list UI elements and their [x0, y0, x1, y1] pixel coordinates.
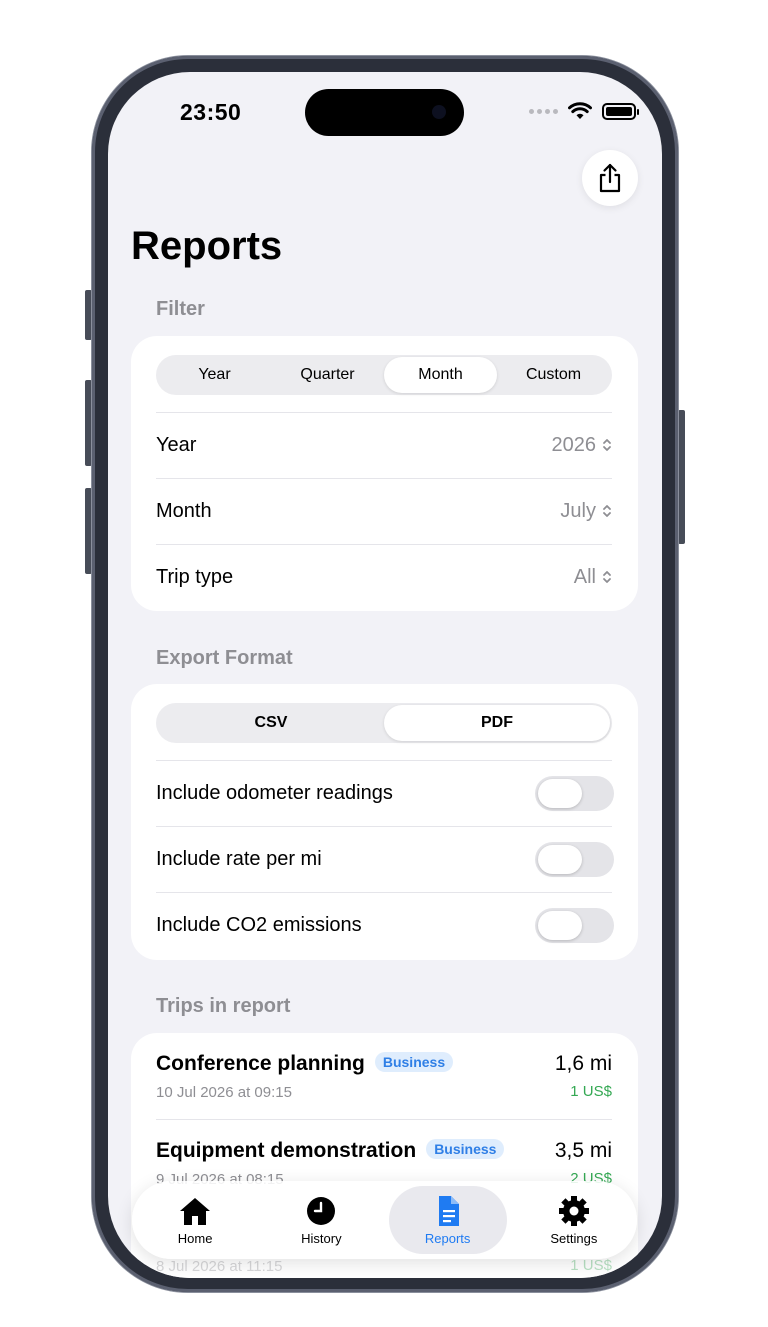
chevron-up-down-icon: [603, 439, 611, 451]
trips-section-label: Trips in report: [156, 995, 291, 1017]
period-segmented-control: Year Quarter Month Custom: [156, 355, 612, 395]
trip-name: Conference planning Business: [156, 1052, 454, 1076]
trip-type-picker-row[interactable]: Trip type All: [156, 544, 612, 609]
odometer-option-row: Include odometer readings: [156, 760, 614, 825]
trip-date: 8 Jul 2026 at 11:15: [156, 1258, 283, 1275]
segment-quarter[interactable]: Quarter: [271, 357, 384, 393]
rate-option-label: Include rate per mi: [156, 847, 322, 870]
status-time: 23:50: [180, 99, 242, 125]
power-button: [678, 410, 685, 544]
camera-icon: [432, 105, 446, 119]
export-format-section-label: Export Format: [156, 647, 293, 669]
tab-home[interactable]: Home: [136, 1186, 254, 1254]
trip-name: Equipment demonstration Business: [156, 1139, 505, 1163]
filter-section-label: Filter: [156, 298, 205, 320]
trip-distance: 1,6 mi: [554, 1052, 612, 1075]
trip-type-label: Trip type: [156, 565, 234, 588]
tab-history[interactable]: History: [262, 1186, 380, 1254]
volume-up-button: [85, 380, 92, 466]
year-picker-row[interactable]: Year 2026: [156, 412, 612, 477]
tab-settings-label: Settings: [550, 1230, 598, 1246]
action-button: [85, 290, 92, 340]
co2-option-label: Include CO2 emissions: [156, 913, 362, 936]
export-format-card: CSV PDF Include odometer readings Includ…: [131, 684, 638, 960]
odometer-toggle[interactable]: [535, 775, 614, 811]
format-segmented-control: CSV PDF: [156, 703, 612, 743]
rate-option-row: Include rate per mi: [156, 826, 614, 891]
rate-toggle[interactable]: [535, 841, 614, 877]
segment-pdf[interactable]: PDF: [384, 705, 610, 741]
year-value: 2026: [552, 434, 613, 457]
segment-year[interactable]: Year: [158, 357, 271, 393]
divider: [156, 1119, 612, 1120]
year-value-text: 2026: [551, 433, 597, 456]
wifi-icon: [568, 102, 592, 119]
tab-home-label: Home: [177, 1230, 213, 1246]
chevron-up-down-icon: [603, 571, 611, 583]
trip-cost: 1 US$: [570, 1257, 612, 1274]
trip-row[interactable]: Conference planning Business 10 Jul 2026 …: [156, 1052, 612, 1138]
filter-card: Year Quarter Month Custom Year 2026 Mont…: [131, 336, 638, 611]
trip-date: 10 Jul 2026 at 09:15: [156, 1084, 292, 1101]
trip-type-badge: Business: [374, 1052, 454, 1072]
tab-reports-label: Reports: [424, 1230, 471, 1246]
segment-csv[interactable]: CSV: [158, 705, 384, 741]
segment-custom[interactable]: Custom: [497, 357, 610, 393]
chevron-up-down-icon: [603, 505, 611, 517]
cellular-signal-icon: [529, 108, 558, 114]
tab-reports[interactable]: Reports: [388, 1186, 507, 1254]
tab-history-label: History: [301, 1230, 342, 1246]
trip-type-value: All: [574, 566, 612, 589]
month-label: Month: [156, 499, 212, 522]
trip-name-text: Equipment demonstration: [156, 1139, 417, 1162]
co2-option-row: Include CO2 emissions: [156, 892, 614, 957]
month-value-text: July: [560, 499, 596, 522]
gear-icon: [558, 1195, 589, 1226]
clock-icon: [307, 1196, 336, 1225]
trip-name-text: Conference planning: [156, 1052, 365, 1075]
volume-down-button: [85, 488, 92, 574]
month-value: July: [560, 500, 612, 523]
trip-distance: 3,5 mi: [554, 1139, 612, 1162]
year-label: Year: [156, 433, 197, 456]
battery-icon: [602, 102, 639, 120]
document-icon: [438, 1195, 459, 1226]
month-picker-row[interactable]: Month July: [156, 478, 612, 543]
status-icons: [529, 102, 639, 120]
segment-month[interactable]: Month: [384, 357, 497, 393]
tab-settings[interactable]: Settings: [515, 1186, 633, 1254]
trip-type-badge: Business: [426, 1139, 505, 1159]
share-button[interactable]: [582, 150, 638, 206]
house-icon: [180, 1197, 211, 1225]
share-icon: [599, 163, 621, 193]
odometer-option-label: Include odometer readings: [156, 781, 393, 804]
co2-toggle[interactable]: [535, 907, 614, 943]
page-title: Reports: [131, 224, 283, 268]
app-screen: 23:50 Reports Filter Year Quarter Month …: [108, 72, 662, 1278]
dynamic-island: [305, 89, 464, 136]
trip-cost: 1 US$: [570, 1083, 612, 1100]
trip-type-value-text: All: [573, 565, 596, 588]
tab-bar: Home History Reports Settings: [132, 1181, 637, 1259]
